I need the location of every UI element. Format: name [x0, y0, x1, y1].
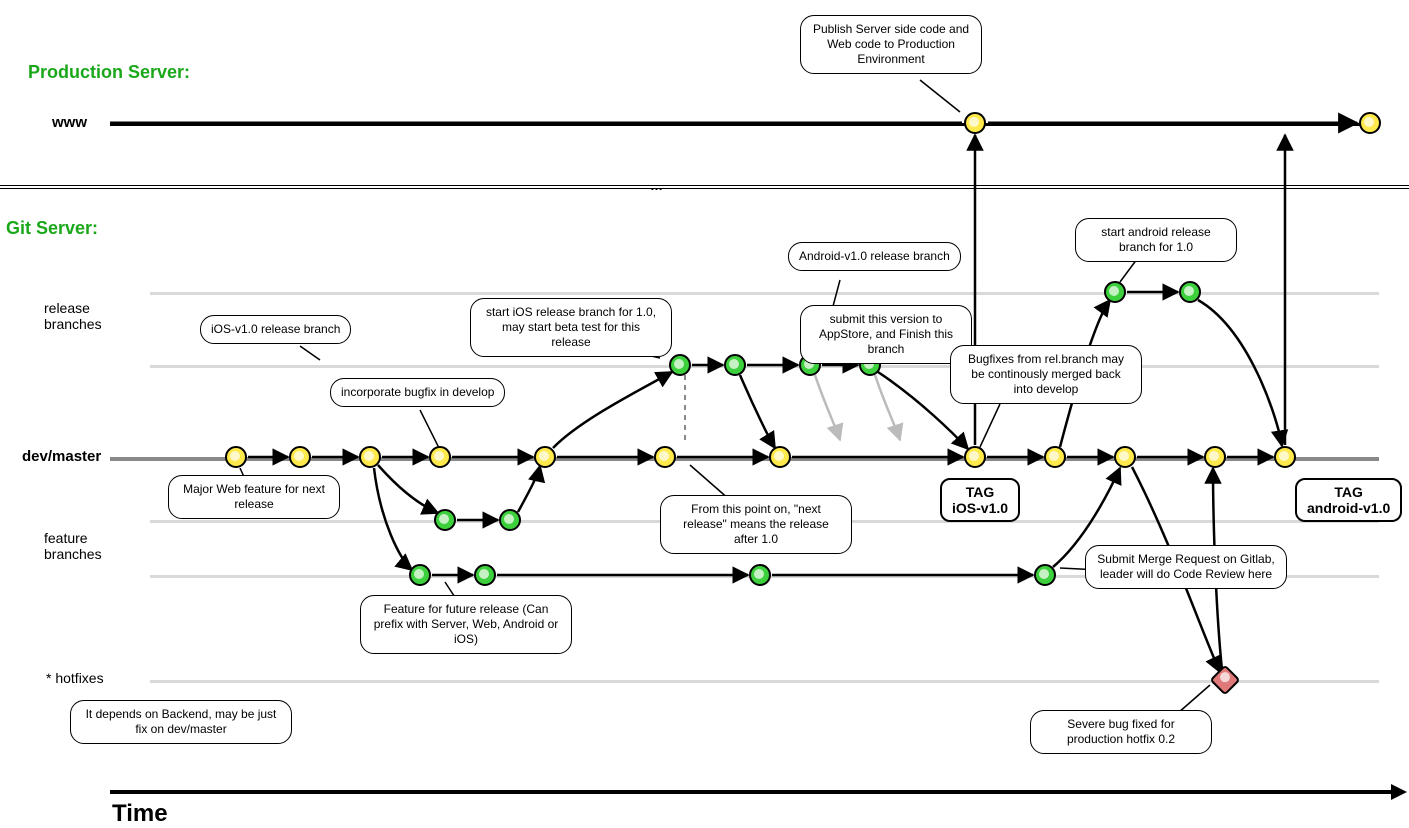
lane-line-www — [110, 123, 1379, 126]
commit-release-ios-2 — [724, 354, 746, 376]
callout-hotfix-depends: It depends on Backend, may be just fix o… — [70, 700, 292, 744]
timeline-axis — [110, 790, 1399, 794]
commit-dev-8-tag-ios — [964, 446, 986, 468]
commit-www-deploy-1 — [964, 112, 986, 134]
commit-dev-5 — [534, 446, 556, 468]
callout-incorporate-bugfix: incorporate bugfix in develop — [330, 378, 505, 407]
commit-feature-b3 — [749, 564, 771, 586]
callout-android-release-branch: Android-v1.0 release branch — [788, 242, 961, 271]
callout-start-android-release: start android release branch for 1.0 — [1075, 218, 1237, 262]
commit-dev-2 — [289, 446, 311, 468]
callout-ios-release-branch: iOS-v1.0 release branch — [200, 315, 351, 344]
callout-from-this-point: From this point on, "next release" means… — [660, 495, 852, 554]
callout-submit-appstore: submit this version to AppStore, and Fin… — [800, 305, 972, 364]
commit-dev-10 — [1114, 446, 1136, 468]
commit-release-android-1 — [1104, 281, 1126, 303]
commit-release-android-2 — [1179, 281, 1201, 303]
callout-publish: Publish Server side code and Web code to… — [800, 15, 982, 74]
commit-dev-4 — [429, 446, 451, 468]
commit-feature-b1 — [409, 564, 431, 586]
commit-dev-1 — [225, 446, 247, 468]
callout-severe-bug: Severe bug fixed for production hotfix 0… — [1030, 710, 1212, 754]
commit-dev-7 — [769, 446, 791, 468]
heading-git-server: Git Server: — [6, 218, 98, 239]
commit-feature-b4 — [1034, 564, 1056, 586]
timeline-label: Time — [112, 800, 168, 828]
callout-start-ios-release: start iOS release branch for 1.0, may st… — [470, 298, 672, 357]
commit-dev-11 — [1204, 446, 1226, 468]
commit-dev-6 — [654, 446, 676, 468]
divider-ellipsis: … — [650, 178, 663, 193]
lane-band-release-lower — [150, 365, 1379, 368]
commit-release-ios-1 — [669, 354, 691, 376]
lane-label-www: www — [52, 114, 87, 131]
tag-android-v1: TAG android-v1.0 — [1295, 478, 1402, 522]
gitflow-diagram: { "headers": { "prod": "Production Serve… — [0, 0, 1409, 825]
section-divider — [0, 185, 1409, 189]
commit-feature-a1 — [434, 509, 456, 531]
lane-label-release: release branches — [44, 300, 114, 332]
callout-bugfixes-merge-back: Bugfixes from rel.branch may be continou… — [950, 345, 1142, 404]
commit-hotfix-1 — [1209, 664, 1240, 695]
lane-label-feature: feature branches — [44, 530, 114, 562]
heading-production-server: Production Server: — [28, 62, 190, 83]
commit-www-deploy-2 — [1359, 112, 1381, 134]
commit-feature-b2 — [474, 564, 496, 586]
callout-feature-future: Feature for future release (Can prefix w… — [360, 595, 572, 654]
lane-label-hotfix: * hotfixes — [46, 670, 104, 686]
commit-feature-a2 — [499, 509, 521, 531]
tag-ios-v1: TAG iOS-v1.0 — [940, 478, 1020, 522]
lane-label-dev: dev/master — [22, 448, 101, 465]
lane-band-hotfix — [150, 680, 1379, 683]
commit-dev-12-tag-android — [1274, 446, 1296, 468]
callout-merge-request: Submit Merge Request on Gitlab, leader w… — [1085, 545, 1287, 589]
callout-major-web-feature: Major Web feature for next release — [168, 475, 340, 519]
commit-dev-3 — [359, 446, 381, 468]
commit-dev-9 — [1044, 446, 1066, 468]
